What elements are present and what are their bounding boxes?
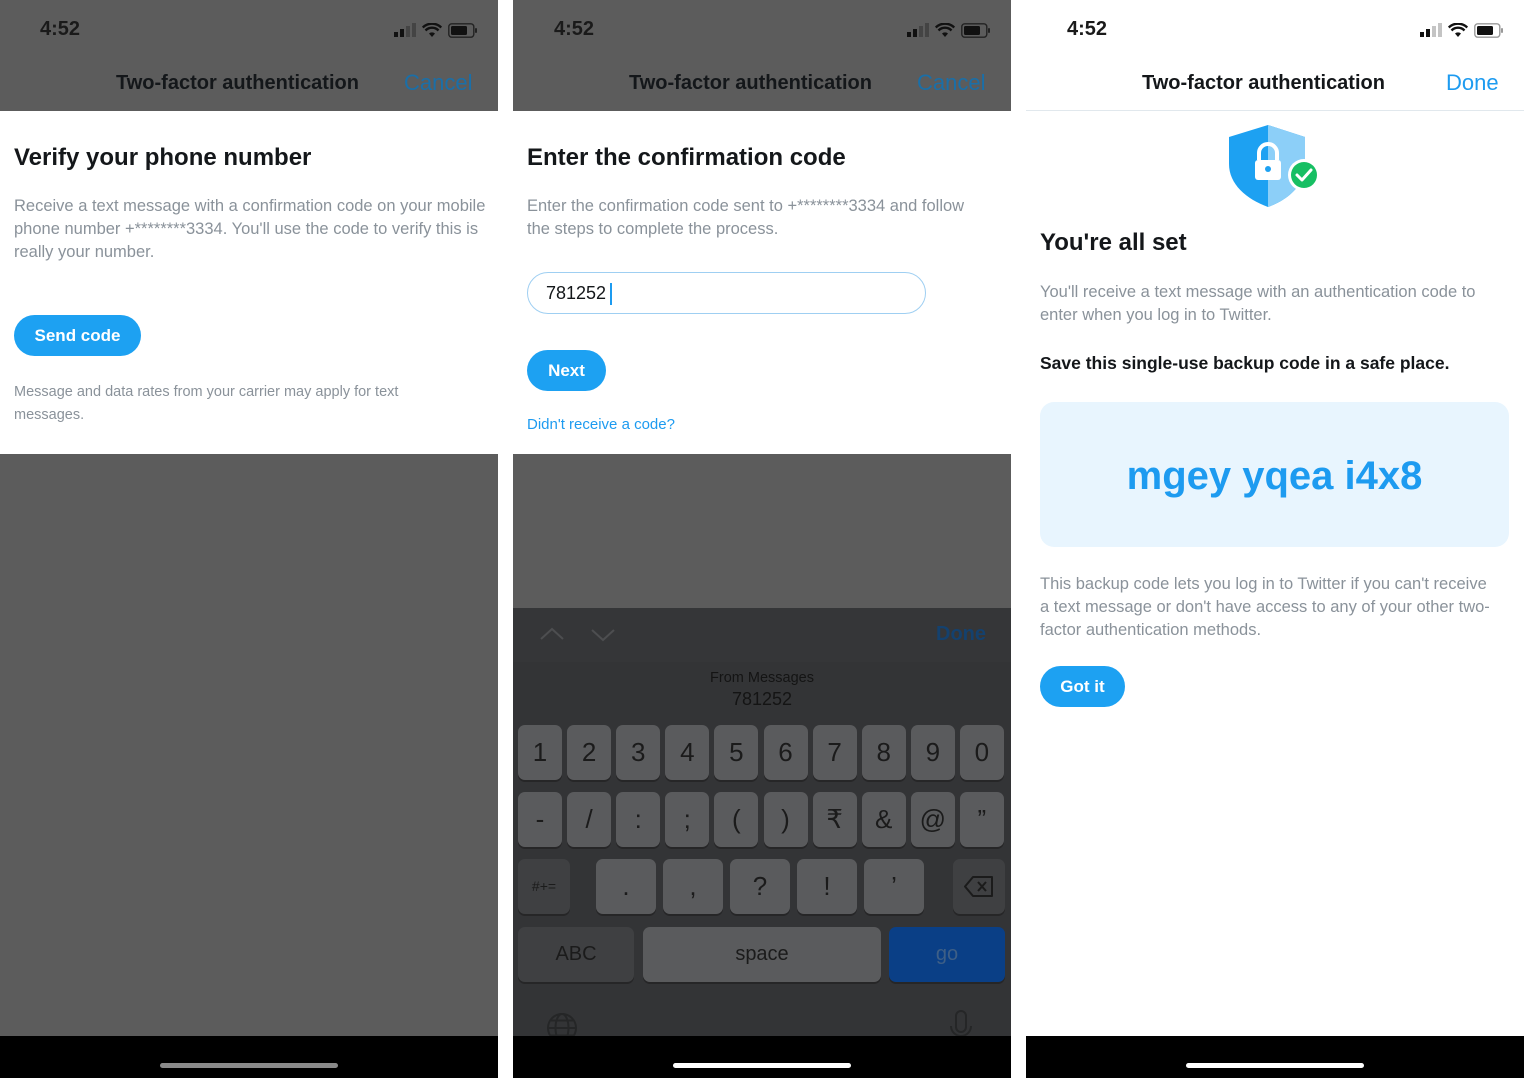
home-indicator[interactable] [673,1063,851,1068]
key-symbol[interactable]: & [861,792,906,847]
wifi-icon [1448,22,1468,37]
chevron-up-icon[interactable] [539,627,565,641]
home-indicator-area [0,1036,498,1078]
key-punctuation[interactable]: ’ [864,859,924,914]
dim-overlay-bottom [0,454,498,1036]
backup-code-explanation: This backup code lets you log in to Twit… [1040,575,1490,639]
symbols-key[interactable]: #+= [518,859,570,914]
key-4[interactable]: 5 [714,725,759,780]
nav-title: Two-factor authentication [1142,72,1385,94]
cancel-button[interactable]: Cancel [917,70,985,96]
key-2[interactable]: 3 [616,725,661,780]
code-input-value: 781252 [546,283,607,303]
status-time: 4:52 [554,18,595,40]
go-key[interactable]: go [889,927,1005,982]
nav-bar: Two-factor authentication Cancel [0,58,498,111]
send-code-button[interactable]: Send code [14,315,141,356]
nav-title: Two-factor authentication [116,72,359,94]
confirm-sheet: Enter the confirmation code Enter the co… [514,111,1010,454]
cellular-signal-icon [1420,23,1442,37]
key-symbol[interactable]: @ [910,792,955,847]
verify-sheet: Verify your phone number Receive a text … [1,111,497,454]
status-bar: 4:52 [0,0,498,58]
key-punctuation[interactable]: , [663,859,723,914]
text-cursor [610,283,612,305]
rates-footnote: Message and data rates from your carrier… [14,384,399,423]
suggestion-code: 781252 [731,689,793,709]
battery-icon [961,22,990,38]
shield-lock-check-icon [1229,125,1320,207]
nav-bar: Two-factor authentication Done [1026,58,1524,111]
key-punctuation[interactable]: . [596,859,656,914]
next-button[interactable]: Next [527,350,606,391]
status-bar: 4:52 [1026,0,1524,58]
key-symbol[interactable]: ) [763,792,808,847]
wifi-icon [935,22,955,37]
backup-code: mgey yqea i4x8 [1126,454,1423,498]
key-8[interactable]: 9 [910,725,955,780]
home-indicator-area [1026,1036,1524,1078]
nav-bar: Two-factor authentication Cancel [513,58,1011,111]
key-5[interactable]: 6 [763,725,808,780]
status-bar: 4:52 [513,0,1011,58]
dim-overlay-middle [513,454,1011,608]
key-symbol[interactable]: ₹ [812,792,857,847]
key-symbol[interactable]: / [567,792,612,847]
space-key[interactable]: space [643,927,881,982]
key-symbol[interactable]: - [518,792,562,847]
wifi-icon [422,22,442,37]
keyboard-done-button[interactable]: Done [936,623,986,646]
backup-code-box: mgey yqea i4x8 [1040,402,1509,547]
keyboard-accessory-bar: Done [513,608,1011,662]
key-1[interactable]: 2 [567,725,612,780]
abc-key[interactable]: ABC [518,927,634,982]
backspace-icon [964,876,993,897]
key-7[interactable]: 8 [861,725,906,780]
chevron-down-icon[interactable] [590,628,616,642]
key-symbol[interactable]: : [616,792,661,847]
done-button[interactable]: Done [1446,70,1499,96]
key-6[interactable]: 7 [812,725,857,780]
battery-icon [1474,22,1503,38]
nav-title: Two-factor authentication [629,72,872,94]
page-title: Enter the confirmation code [527,144,846,171]
page-title: Verify your phone number [14,144,312,171]
phone-screen-all-set: 4:52 Two-factor authentication Done You'… [1026,0,1524,1078]
status-time: 4:52 [1067,18,1108,40]
battery-icon [448,22,477,38]
home-indicator-area [513,1036,1011,1078]
page-title: You're all set [1040,229,1187,256]
key-0[interactable]: 1 [518,725,562,780]
phone-screen-confirm: 4:52 Two-factor authentication Cancel En… [513,0,1011,1078]
description-text: Receive a text message with a confirmati… [14,197,486,261]
key-symbol[interactable]: ( [714,792,759,847]
cellular-signal-icon [394,23,416,37]
backspace-key[interactable] [953,859,1005,914]
suggestion-source: From Messages [710,670,814,686]
save-instruction: Save this single-use backup code in a sa… [1040,353,1450,373]
status-time: 4:52 [40,18,81,40]
description-text: You'll receive a text message with an au… [1040,283,1476,324]
key-symbol[interactable]: ; [665,792,710,847]
home-indicator[interactable] [160,1063,338,1068]
phone-screen-verify: 4:52 Two-factor authentication Cancel Ve… [0,0,498,1078]
key-symbol[interactable]: ” [959,792,1004,847]
cellular-signal-icon [907,23,929,37]
keyboard: Done From Messages 781252 1 2 3 4 5 6 7 8 9 0 - /:;… [513,608,1011,1045]
description-text: Enter the confirmation code sent to +***… [527,197,965,238]
cancel-button[interactable]: Cancel [404,70,472,96]
autofill-suggestion[interactable]: From Messages 781252 [513,662,1011,719]
code-input[interactable]: 781252 [527,272,926,314]
key-9[interactable]: 0 [959,725,1004,780]
got-it-button[interactable]: Got it [1040,666,1125,707]
home-indicator[interactable] [1186,1063,1364,1068]
resend-code-link[interactable]: Didn't receive a code? [527,416,675,433]
key-punctuation[interactable]: ! [797,859,857,914]
key-punctuation[interactable]: ? [730,859,790,914]
key-3[interactable]: 4 [665,725,710,780]
